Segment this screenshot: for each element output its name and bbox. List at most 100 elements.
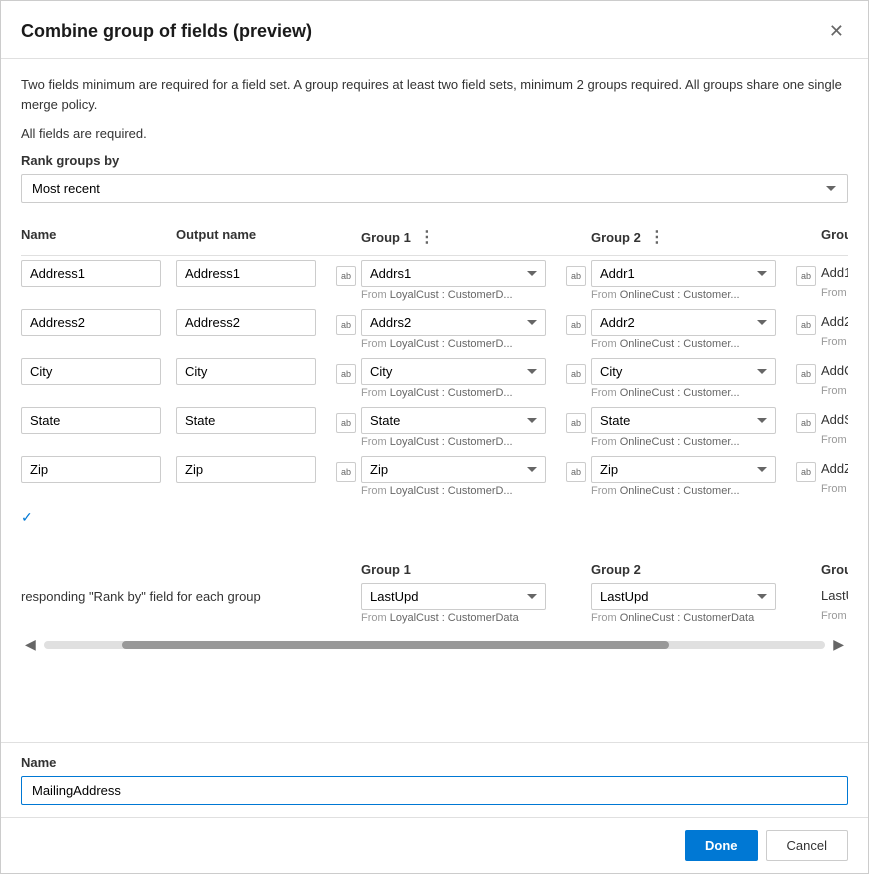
field-name-input-2[interactable] [21,309,161,336]
scroll-left-arrow[interactable]: ◀ [21,636,40,653]
scroll-thumb[interactable] [122,641,669,649]
icon-cell-g2-5: ab [561,456,591,482]
group3-value-2: Add2 [821,309,848,334]
name-cell-1 [21,260,176,287]
group2-select-2[interactable]: Addr2 [591,309,776,336]
rank-group1-cell: LastUpd From LoyalCust : CustomerData [361,583,561,624]
group1-select-3[interactable]: City [361,358,546,385]
icon-cell-g1-2: ab [331,309,361,335]
col-header-output: Output name [176,227,331,247]
col-header-group2: Group 2 ⋮ [591,227,791,247]
group2-select-3[interactable]: City [591,358,776,385]
output-name-input-1[interactable] [176,260,316,287]
checkmark-icon: ✓ [21,509,33,525]
dialog-header: Combine group of fields (preview) ✕ [1,1,868,59]
ab-icon-g2-2: ab [566,315,586,335]
done-button[interactable]: Done [685,830,758,861]
group2-menu-icon[interactable]: ⋮ [649,227,665,247]
icon-cell-g2-3: ab [561,358,591,384]
output-name-input-2[interactable] [176,309,316,336]
output-name-input-4[interactable] [176,407,316,434]
icon-cell-g3-2: ab [791,309,821,335]
cancel-button[interactable]: Cancel [766,830,848,861]
group3-value-1: Add1 [821,260,848,285]
ab-icon-g2-1: ab [566,266,586,286]
group3-from-3: From POSCust : Custo [821,385,848,397]
icon-cell-g2-2: ab [561,309,591,335]
rank-col-header-g2: Group 2 [591,562,791,577]
required-note: All fields are required. [21,126,848,141]
group3-from-1: From POSCust : Custo [821,287,848,299]
output-name-input-3[interactable] [176,358,316,385]
description-text: Two fields minimum are required for a fi… [21,75,848,114]
bottom-rank-section: Group 1 Group 2 Group 3 responding "Rank… [21,554,848,624]
checkmark-area: ✓ [21,505,848,530]
field-name-input-4[interactable] [21,407,161,434]
group1-select-1[interactable]: Addrs1 [361,260,546,287]
group3-value-5: AddZip [821,456,848,481]
rank-header-row: Group 1 Group 2 Group 3 [21,562,848,577]
group1-select-5[interactable]: Zip [361,456,546,483]
group2-select-5[interactable]: Zip [591,456,776,483]
dialog-footer: Done Cancel [1,817,868,873]
rank-group2-select[interactable]: LastUpd [591,583,776,610]
name-input[interactable] [21,776,848,805]
ab-icon-g1-5: ab [336,462,356,482]
ab-icon-g3-1: ab [796,266,816,286]
rank-group1-select[interactable]: LastUpd [361,583,546,610]
scroll-right-arrow[interactable]: ▶ [829,636,848,653]
close-button[interactable]: ✕ [825,17,848,46]
group1-cell-1: Addrs1 From LoyalCust : CustomerD... [361,260,561,301]
group1-cell-4: State From LoyalCust : CustomerD... [361,407,561,448]
dialog-body: Two fields minimum are required for a fi… [1,59,868,742]
output-cell-1 [176,260,331,287]
ab-icon-g1-1: ab [336,266,356,286]
group1-cell-5: Zip From LoyalCust : CustomerD... [361,456,561,497]
group3-cell-5: AddZip From POSCust : Custo [821,456,848,495]
ab-icon-g3-5: ab [796,462,816,482]
rank-select[interactable]: Most recent Most complete Custom [21,174,848,203]
icon-cell-g2-1: ab [561,260,591,286]
group3-from-2: From POSCust : Custo [821,336,848,348]
ab-icon-g2-3: ab [566,364,586,384]
rank-group2-from: From OnlineCust : CustomerData [591,612,776,624]
name-cell-4 [21,407,176,434]
output-name-input-5[interactable] [176,456,316,483]
group3-cell-1: Add1 From POSCust : Custo [821,260,848,299]
col-header-name: Name [21,227,176,247]
table-row: ab State From LoyalCust : CustomerD... a… [21,407,848,448]
group2-from-3: From OnlineCust : Customer... [591,387,776,399]
group1-select-2[interactable]: Addrs2 [361,309,546,336]
name-cell-2 [21,309,176,336]
icon-cell-g3-1: ab [791,260,821,286]
group2-cell-2: Addr2 From OnlineCust : Customer... [591,309,791,350]
icon-cell-g1-4: ab [331,407,361,433]
field-name-input-5[interactable] [21,456,161,483]
field-name-input-3[interactable] [21,358,161,385]
name-cell-3 [21,358,176,385]
table-row: ab Addrs1 From LoyalCust : CustomerD... … [21,260,848,301]
field-name-input-1[interactable] [21,260,161,287]
group2-from-4: From OnlineCust : Customer... [591,436,776,448]
ab-icon-g2-5: ab [566,462,586,482]
group2-select-1[interactable]: Addr1 [591,260,776,287]
ab-icon-g1-3: ab [336,364,356,384]
group2-from-1: From OnlineCust : Customer... [591,289,776,301]
group1-menu-icon[interactable]: ⋮ [419,227,435,247]
table-row: ab Zip From LoyalCust : CustomerD... ab … [21,456,848,497]
group2-select-4[interactable]: State [591,407,776,434]
table-header: Name Output name Group 1 ⋮ Group 2 ⋮ Gro… [21,219,848,256]
group3-from-5: From POSCust : Custo [821,483,848,495]
group1-select-4[interactable]: State [361,407,546,434]
group3-cell-2: Add2 From POSCust : Custo [821,309,848,348]
rank-col-header-g3: Group 3 [821,562,848,577]
rank-section: Rank groups by Most recent Most complete… [21,153,848,203]
rank-label: Rank groups by [21,153,848,168]
group1-from-3: From LoyalCust : CustomerD... [361,387,546,399]
dialog-title: Combine group of fields (preview) [21,21,312,42]
scroll-track[interactable] [44,641,825,649]
ab-icon-g2-4: ab [566,413,586,433]
group2-from-2: From OnlineCust : Customer... [591,338,776,350]
ab-icon-g1-2: ab [336,315,356,335]
horizontal-scrollbar[interactable]: ◀ ▶ [21,636,848,653]
